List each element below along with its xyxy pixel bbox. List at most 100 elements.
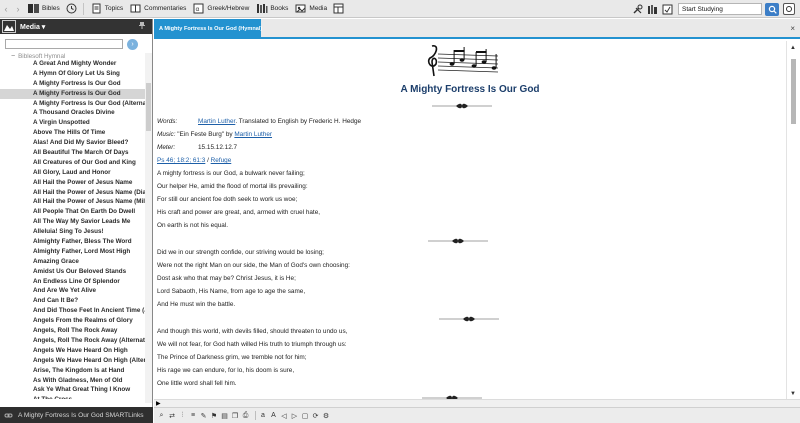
hymn-list-item[interactable]: And Are We Yet Alive <box>0 286 145 296</box>
hymn-list-item[interactable]: As With Gladness, Men of Old <box>0 376 145 386</box>
hymn-list-item[interactable]: All Hail the Power of Jesus Name <box>0 178 145 188</box>
smartlinks-label: A Mighty Fortress Is Our God SMARTLinks <box>18 411 144 419</box>
bookmark-icon[interactable]: ⚑ <box>210 411 219 421</box>
hymn-list-item[interactable]: And Did Those Feet In Ancient Time (Je <box>0 306 145 316</box>
magnify-icon[interactable]: ⌕ <box>157 411 166 421</box>
hymn-list-item[interactable]: Alleluia! Sing To Jesus! <box>0 227 145 237</box>
hymn-list-item[interactable]: All People That On Earth Do Dwell <box>0 207 145 217</box>
toolbar-bibles-button[interactable]: Bibles <box>24 1 63 17</box>
meter-row: Meter: 15.15.12.12.7 <box>157 144 237 151</box>
toolbar-books-button[interactable]: Books <box>252 1 291 17</box>
words-author-link[interactable]: Martin Luther <box>198 118 235 125</box>
tab-mighty-fortress[interactable]: A Mighty Fortress Is Our God (Hymnal) <box>154 19 262 39</box>
hymn-list-item[interactable]: All The Way My Savior Leads Me <box>0 217 145 227</box>
verse-line: A mighty fortress is our God, a bulwark … <box>157 170 305 177</box>
hymn-list-item[interactable]: Angels We Have Heard On High (Altern <box>0 356 145 366</box>
verse-line: Dost ask who that may be? Christ Jesus, … <box>157 275 296 282</box>
expand-arrow-icon[interactable]: ▶ <box>156 400 161 407</box>
hymn-list-item[interactable]: Ask Ye What Great Thing I Know <box>0 385 145 395</box>
refuge-topic-link[interactable]: Refuge <box>211 157 232 164</box>
hymn-list-item[interactable]: All Hail the Power of Jesus Name (Miles <box>0 197 145 207</box>
hymn-list-item[interactable]: A Virgin Unspotted <box>0 118 145 128</box>
document-tab-bar: A Mighty Fortress Is Our God (Hymnal) × <box>154 19 800 39</box>
hymn-list-item[interactable]: A Great And Mighty Wonder <box>0 59 145 69</box>
hymn-list-item[interactable]: Angels, Roll The Rock Away (Alternate v <box>0 336 145 346</box>
toolbar-commentaries-button[interactable]: Commentaries <box>126 1 189 17</box>
hymn-list-item[interactable]: A Mighty Fortress Is Our God <box>0 79 145 89</box>
compare-icon[interactable]: ⇄ <box>168 411 177 421</box>
study-search-button[interactable] <box>765 2 779 16</box>
font-smaller-icon[interactable]: a <box>259 411 268 421</box>
scroll-down-icon[interactable]: ▼ <box>790 391 796 397</box>
toolbar-divider <box>82 2 84 15</box>
media-search-go-button[interactable]: › <box>127 38 138 50</box>
hymn-list-item[interactable]: And Can It Be? <box>0 296 145 306</box>
hymn-list-item[interactable]: An Endless Line Of Splendor <box>0 277 145 287</box>
note-icon[interactable]: ▤ <box>220 411 229 421</box>
study-options-icon[interactable] <box>782 3 796 16</box>
hymn-list-item[interactable]: Angels, Roll The Rock Away <box>0 326 145 336</box>
highlight-icon[interactable]: ✎ <box>199 411 208 421</box>
scroll-sync-icon[interactable]: ≡ <box>189 411 198 421</box>
toolbar-greek-hebrew-button[interactable]: α Greek/Hebrew <box>189 1 252 17</box>
document-horizontal-strip: ▶ <box>154 399 800 407</box>
hymn-list-item[interactable]: Alas! And Did My Savior Bleed? <box>0 138 145 148</box>
verse-line: We will not fear, for God hath willed Hi… <box>157 341 347 348</box>
settings-icon[interactable]: ⚙ <box>322 411 331 421</box>
hymn-list-item[interactable]: All Glory, Laud and Honor <box>0 168 145 178</box>
hymn-list-scrollbar[interactable] <box>145 53 152 403</box>
hymn-list-item[interactable]: All Creatures of Our God and King <box>0 158 145 168</box>
hymn-list-item[interactable]: All Hail the Power of Jesus Name (Diade <box>0 188 145 198</box>
tools-divider <box>254 411 256 420</box>
hymn-list-item[interactable]: All Beautiful The March Of Days <box>0 148 145 158</box>
hymn-list-item[interactable]: Almighty Father, Bless The Word <box>0 237 145 247</box>
stop-icon[interactable]: ▢ <box>301 411 310 421</box>
hymn-title: A Mighty Fortress Is Our God <box>400 84 540 95</box>
close-tab-icon[interactable]: × <box>790 24 795 33</box>
media-search-input[interactable] <box>5 39 123 49</box>
media-dropdown[interactable]: Media ▾ <box>20 23 45 31</box>
music-author-link[interactable]: Martin Luther <box>234 131 272 138</box>
hymn-list-item[interactable]: Almighty Father, Lord Most High <box>0 247 145 257</box>
toolbar-media-button[interactable]: Media <box>291 1 330 17</box>
copy-icon[interactable]: ❐ <box>231 411 240 421</box>
hymn-list-item[interactable]: A Mighty Fortress Is Our God <box>0 88 145 99</box>
pin-icon[interactable] <box>139 22 145 29</box>
hymn-list-item[interactable]: Angels We Have Heard On High <box>0 346 145 356</box>
hymn-list-item[interactable]: Arise, The Kingdom Is at Hand <box>0 366 145 376</box>
sound-icon[interactable]: ◁ <box>280 411 289 421</box>
hymn-list-item[interactable]: Above The Hills Of Time <box>0 128 145 138</box>
main-toolbar: ‹ › Bibles Topics Commentaries α Greek/H… <box>0 0 800 18</box>
hymn-list-item[interactable]: A Hymn Of Glory Let Us Sing <box>0 69 145 79</box>
verse-line: On earth is not his equal. <box>157 222 229 229</box>
toolbar-topics-button[interactable]: Topics <box>87 1 126 17</box>
start-studying-input[interactable] <box>678 3 762 15</box>
share-icon[interactable]: ⟳ <box>311 411 320 421</box>
forward-arrow-icon[interactable]: › <box>12 1 24 17</box>
document-scroll-thumb[interactable] <box>791 59 796 124</box>
tools-icon[interactable] <box>631 3 644 16</box>
toolbar-media-label: Media <box>309 5 328 12</box>
hymn-list-item[interactable]: A Mighty Fortress Is Our God (Alternate <box>0 99 145 109</box>
hymn-list-item[interactable]: At The Cross <box>0 395 145 399</box>
scroll-up-icon[interactable]: ▲ <box>790 45 796 51</box>
layout-icon[interactable] <box>330 1 347 17</box>
hymn-list-item[interactable]: Amazing Grace <box>0 257 145 267</box>
document-scrollbar[interactable]: ▲ ▼ <box>786 41 800 399</box>
hymn-list-item[interactable]: Angels From the Realms of Glory <box>0 316 145 326</box>
back-arrow-icon[interactable]: ‹ <box>0 1 12 17</box>
print-icon[interactable]: ⎙ <box>241 411 250 421</box>
play-icon[interactable]: ▷ <box>290 411 299 421</box>
scripture-refs-link[interactable]: Ps 46; 18:2; 61:3 <box>157 157 205 164</box>
split-icon[interactable]: ⫶ <box>178 411 187 421</box>
search-icon <box>768 5 777 14</box>
hymn-list-item[interactable]: A Thousand Oracles Divine <box>0 108 145 118</box>
media-panel: Media ▾ › − Biblesoft Hymnal A Great And… <box>0 19 153 407</box>
notes-icon[interactable] <box>661 3 674 16</box>
hymn-list-scroll-thumb[interactable] <box>146 83 151 131</box>
hymn-list-item[interactable]: Amidst Us Our Beloved Stands <box>0 267 145 277</box>
font-larger-icon[interactable]: A <box>269 411 278 421</box>
history-icon[interactable] <box>63 1 80 17</box>
library-icon[interactable] <box>646 3 659 16</box>
smartlinks-bar[interactable]: A Mighty Fortress Is Our God SMARTLinks <box>0 407 153 423</box>
